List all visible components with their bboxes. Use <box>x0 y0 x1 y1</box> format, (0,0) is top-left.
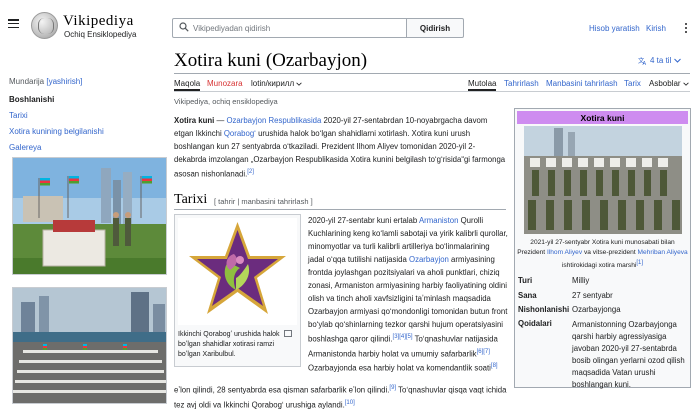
tab-read[interactable]: Mutolaa <box>468 79 496 88</box>
wikipedia-wordmark[interactable]: Vikipediya <box>63 13 134 30</box>
memorial-photo[interactable] <box>12 157 167 275</box>
svg-text:A: A <box>643 61 647 65</box>
link-azerbaijan-republic[interactable]: Ozarbayjon Respublikasida <box>226 116 321 125</box>
tools-label: Asboblar <box>649 79 681 88</box>
link-ilham-aliyev[interactable]: Ilhom Aliyev <box>547 249 582 256</box>
wikipedia-tagline: Ochiq Ensiklopediya <box>64 30 137 39</box>
history-text-a: 2020-yil 27-sentabr kuni ertalab <box>308 216 419 225</box>
tab-tools[interactable]: Asboblar <box>649 79 689 88</box>
language-button[interactable]: 文 A 4 ta til <box>638 56 682 65</box>
toc-header: Mundarija [yashirish] <box>9 77 82 86</box>
citation[interactable]: [1] <box>636 260 643 266</box>
page-title: Xotira kuni (Ozarbayjon) <box>174 50 368 71</box>
parade-aerial-photo[interactable] <box>12 287 167 404</box>
lead-term: Xotira kuni <box>174 116 215 125</box>
lead-dash: — <box>214 116 227 125</box>
history-paragraph-tail: eʼlon qilindi, 28 sentyabrda esa qisman … <box>174 382 510 411</box>
chevron-down-icon <box>683 82 689 86</box>
section-divider <box>174 209 506 210</box>
lead-paragraph: Xotira kuni — Ozarbayjon Respublikasida … <box>174 114 506 181</box>
infobox-title: Xotira kuni <box>517 111 688 124</box>
thumbnail-caption: Ikkinchi Qorabogʻ urushida halok boʻlgan… <box>178 331 280 358</box>
toc-item-designation[interactable]: Xotira kunining belgilanishi <box>9 127 104 136</box>
memory-march-photo[interactable] <box>524 126 682 234</box>
citation[interactable]: [6][7] <box>477 349 490 355</box>
more-icon[interactable] <box>681 23 691 33</box>
link-azerbaijan[interactable]: Ozarbayjon <box>409 255 449 264</box>
history-paragraph: 2020-yil 27-sentabr kuni ertalab Armanis… <box>308 214 508 375</box>
tab-edit[interactable]: Tahrirlash <box>504 79 539 88</box>
link-armenia[interactable]: Armaniston <box>419 216 458 225</box>
language-icon: 文 A <box>638 56 647 65</box>
login-link[interactable]: Kirish <box>646 24 666 33</box>
infobox-caption: 2021-yil 27-sentyabr Xotira kuni munosab… <box>517 238 688 271</box>
script-toggle-label: lotin/кирилл <box>251 79 295 88</box>
create-account-link[interactable]: Hisob yaratish <box>589 24 640 33</box>
chevron-down-icon <box>296 82 303 86</box>
section-edit-links[interactable]: [ tahrir | manbasini tahrirlash ] <box>214 197 313 206</box>
infobox-value-rules: Armanistonning Ozarbayjonga qarshi harbi… <box>572 320 685 389</box>
search-input[interactable] <box>193 19 403 37</box>
tab-edit-source[interactable]: Manbasini tahrirlash <box>546 79 618 88</box>
citation[interactable]: [2] <box>247 169 254 175</box>
tab-script-toggle[interactable]: lotin/кирилл <box>251 79 303 88</box>
infobox-value-type: Milliy <box>572 276 590 285</box>
tab-history[interactable]: Tarix <box>624 79 641 88</box>
infobox-value-celebrated: Ozarbayjonga <box>572 305 621 314</box>
xaribulbul-star-image[interactable] <box>178 218 297 325</box>
tab-talk[interactable]: Munozara <box>207 79 243 88</box>
section-heading-history: Tarixi <box>174 192 208 207</box>
tab-article[interactable]: Maqola <box>174 79 200 88</box>
toc-title: Mundarija <box>9 77 45 86</box>
infobox-label-date: Sana <box>518 291 537 300</box>
link-mehriban-aliyeva[interactable]: Mehriban Aliyeva <box>638 249 688 256</box>
infobox-label-type: Turi <box>518 276 533 285</box>
infobox-label-celebrated: Nishonlanishi <box>518 305 570 314</box>
chevron-down-icon <box>674 58 682 63</box>
toc-hide-link[interactable]: [yashirish] <box>46 77 82 86</box>
history-text-c: armiyasining frontda joylashgan pozitsiy… <box>308 255 508 344</box>
wikipedia-globe-icon[interactable] <box>31 12 58 39</box>
citation[interactable]: [10] <box>345 400 355 406</box>
title-divider <box>174 73 690 74</box>
citation[interactable]: [3][4][5] <box>393 334 413 340</box>
search-button[interactable]: Qidirish <box>406 18 464 38</box>
enlarge-icon[interactable] <box>284 330 292 337</box>
infobox-value-date: 27 sentyabr <box>572 291 613 300</box>
site-subtitle: Vikipediya, ochiq ensiklopediya <box>174 97 278 106</box>
caption-text-b: va vitse-prezident <box>582 249 638 256</box>
history-tail-a: eʼlon qilindi, 28 sentyabrda esa qisman … <box>174 385 390 395</box>
search-icon <box>179 22 189 32</box>
caption-text-c: ishtirokidagi xotira marshi <box>561 262 637 270</box>
citation[interactable]: [8] <box>491 363 498 369</box>
link-karabakh[interactable]: Qorabogʻ <box>224 129 256 138</box>
history-text-e: Ozarbayjonda esa harbiy holat va komenda… <box>308 363 491 373</box>
infobox-label-rules: Qoidalari <box>518 319 552 328</box>
language-count: 4 ta til <box>650 56 672 65</box>
menu-icon[interactable] <box>8 19 19 28</box>
toc-item-history[interactable]: Tarixi <box>9 111 28 120</box>
toc-item-beginning[interactable]: Boshlanishi <box>9 95 54 104</box>
tabs-divider <box>174 91 690 92</box>
toc-item-gallery[interactable]: Galereya <box>9 143 41 152</box>
